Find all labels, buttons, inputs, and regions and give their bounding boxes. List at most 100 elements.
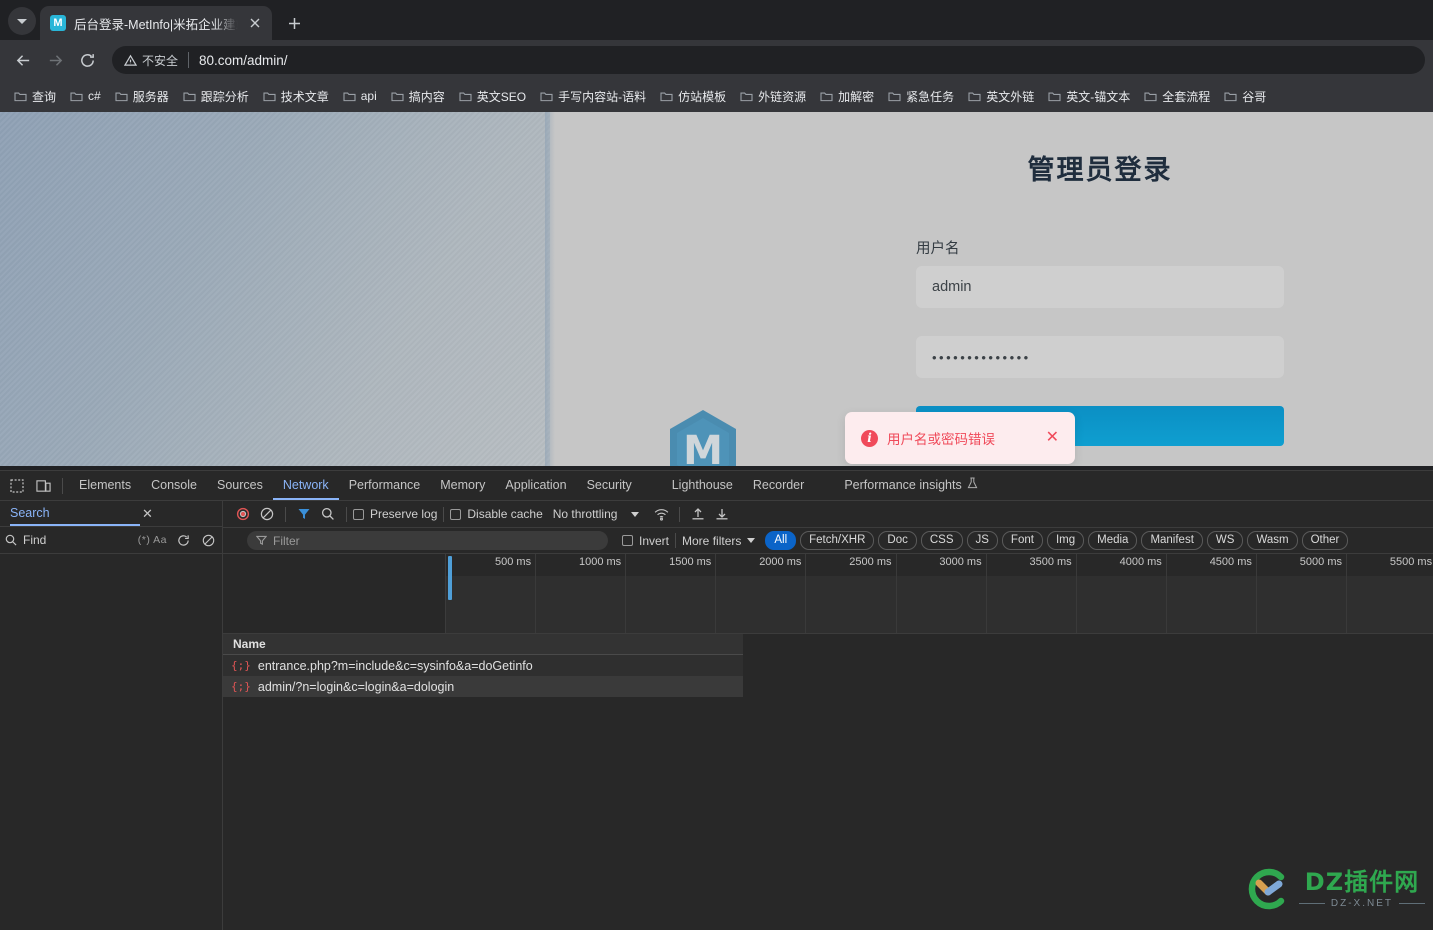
throttling-select[interactable]: No throttling xyxy=(553,507,640,521)
find-options[interactable]: (*) Aa xyxy=(138,534,167,546)
bookmark-item[interactable]: c# xyxy=(64,86,107,106)
devtools-tab-sources[interactable]: Sources xyxy=(207,471,273,500)
security-label: 不安全 xyxy=(142,53,179,68)
timeline-track[interactable]: 500 ms 1000 ms 1500 ms 2000 ms 2500 ms 3000 m… xyxy=(446,554,1433,633)
filter-chip-font[interactable]: Font xyxy=(1001,531,1043,550)
metinfo-logo-block: M 米拓企业建站系统 www.MetInfo.cn xyxy=(608,408,798,466)
filter-chip-js[interactable]: JS xyxy=(966,531,998,550)
filter-chip-wasm[interactable]: Wasm xyxy=(1247,531,1298,550)
search-icon[interactable] xyxy=(316,503,340,525)
new-tab-button[interactable] xyxy=(280,9,308,37)
filter-chip-doc[interactable]: Doc xyxy=(878,531,917,550)
filter-chip-ws[interactable]: WS xyxy=(1206,531,1244,550)
bookmark-label: 紧急任务 xyxy=(906,89,955,104)
filter-chip-other[interactable]: Other xyxy=(1301,531,1349,550)
username-input[interactable]: admin xyxy=(916,266,1284,308)
bookmark-label: 服务器 xyxy=(132,89,169,104)
invert-checkbox[interactable]: Invert xyxy=(622,534,669,548)
export-har-icon[interactable] xyxy=(710,503,734,525)
password-input[interactable]: •••••••••••••• xyxy=(916,336,1284,378)
folder-icon xyxy=(1048,91,1061,101)
flask-icon xyxy=(967,477,978,492)
security-indicator[interactable]: 不安全 xyxy=(124,52,178,69)
filter-chip-media[interactable]: Media xyxy=(1088,531,1138,550)
error-message: 用户名或密码错误 xyxy=(887,432,995,447)
bookmark-item[interactable]: 查询 xyxy=(8,85,62,108)
devtools-tab-application[interactable]: Application xyxy=(495,471,576,500)
filter-chip-css[interactable]: CSS xyxy=(920,531,963,550)
filter-icon[interactable] xyxy=(292,503,316,525)
bookmark-item[interactable]: 英文-锚文本 xyxy=(1042,85,1136,108)
devtools-tab-performance-insights[interactable]: Performance insights xyxy=(834,471,987,500)
bookmark-item[interactable]: 技术文章 xyxy=(257,85,335,108)
devtools-tab-memory[interactable]: Memory xyxy=(430,471,495,500)
filter-chip-all[interactable]: All xyxy=(765,531,797,550)
invert-label: Invert xyxy=(639,533,670,548)
table-row[interactable]: {;} entrance.php?m=include&c=sysinfo&a=do… xyxy=(223,655,743,676)
devtools-tab-elements[interactable]: Elements xyxy=(69,471,141,500)
folder-icon xyxy=(459,91,472,101)
forward-arrow-icon xyxy=(49,54,62,66)
tab-search-button[interactable] xyxy=(8,7,36,35)
address-bar[interactable]: 不安全 80.com/admin/ xyxy=(112,46,1425,74)
devtools-tabbar: Elements Console Sources Network Performance… xyxy=(0,471,1433,501)
filter-input[interactable]: Filter xyxy=(247,531,608,550)
request-column-header[interactable]: Name xyxy=(223,634,743,655)
back-button[interactable] xyxy=(8,45,38,75)
network-conditions-icon[interactable] xyxy=(649,503,673,525)
bookmark-item[interactable]: 仿站模板 xyxy=(654,85,732,108)
bookmark-item[interactable]: 服务器 xyxy=(109,85,175,108)
more-filters-dropdown[interactable]: More filters xyxy=(682,534,756,548)
refresh-icon[interactable] xyxy=(174,531,192,549)
bookmark-item[interactable]: 外链资源 xyxy=(734,85,812,108)
clear-icon[interactable] xyxy=(199,531,217,549)
bookmark-item[interactable]: 英文外链 xyxy=(962,85,1040,108)
devtools-tab-network[interactable]: Network xyxy=(273,471,339,500)
filter-chip-fetch-xhr[interactable]: Fetch/XHR xyxy=(800,531,875,550)
bookmark-item[interactable]: 加解密 xyxy=(814,85,880,108)
filter-chip-img[interactable]: Img xyxy=(1046,531,1085,550)
tab-strip: M 后台登录-MetInfo|米拓企业建站 xyxy=(0,0,1433,40)
bookmark-item[interactable]: 搞内容 xyxy=(385,85,451,108)
import-har-icon[interactable] xyxy=(686,503,710,525)
filter-icon xyxy=(256,535,267,546)
bookmark-item[interactable]: 英文SEO xyxy=(453,85,532,108)
bookmark-item[interactable]: 紧急任务 xyxy=(882,85,960,108)
bookmark-item[interactable]: api xyxy=(337,86,383,106)
toast-close-icon[interactable]: ✕ xyxy=(1046,430,1059,446)
find-input[interactable]: Find xyxy=(5,533,131,547)
close-icon[interactable]: ✕ xyxy=(140,506,155,522)
checkbox xyxy=(450,508,462,520)
disable-cache-checkbox[interactable]: Disable cache xyxy=(450,507,543,521)
devtools-tab-performance[interactable]: Performance xyxy=(339,471,431,500)
folder-icon xyxy=(1144,91,1157,101)
bookmark-item[interactable]: 谷哥 xyxy=(1218,85,1272,108)
folder-icon xyxy=(343,91,356,101)
devtools-tab-console[interactable]: Console xyxy=(141,471,207,500)
device-toolbar-icon[interactable] xyxy=(30,474,56,498)
watermark: DZ插件网 DZ-X.NET xyxy=(1243,866,1425,912)
forward-button[interactable] xyxy=(40,45,70,75)
bookmark-item[interactable]: 跟踪分析 xyxy=(177,85,255,108)
devtools-tab-recorder[interactable]: Recorder xyxy=(743,471,814,500)
preserve-log-checkbox[interactable]: Preserve log xyxy=(353,507,437,521)
filter-chip-manifest[interactable]: Manifest xyxy=(1141,531,1203,550)
folder-icon xyxy=(263,91,276,101)
devtools-tab-lighthouse[interactable]: Lighthouse xyxy=(662,471,743,500)
bookmark-item[interactable]: 全套流程 xyxy=(1138,85,1216,108)
search-icon xyxy=(5,534,17,546)
browser-tab[interactable]: M 后台登录-MetInfo|米拓企业建站 xyxy=(40,6,272,40)
request-name: entrance.php?m=include&c=sysinfo&a=doGet… xyxy=(257,658,533,673)
record-icon[interactable] xyxy=(231,503,255,525)
reload-button[interactable] xyxy=(72,45,102,75)
devtools-panel: Elements Console Sources Network Performance… xyxy=(0,470,1433,930)
close-icon[interactable] xyxy=(246,14,264,32)
table-row[interactable]: {;} admin/?n=login&c=login&a=dologin xyxy=(223,676,743,697)
bookmark-label: 加解密 xyxy=(838,89,875,104)
browser-toolbar: 不安全 80.com/admin/ xyxy=(0,40,1433,80)
network-toolbar: Preserve log Disable cache No throttling xyxy=(223,501,1433,528)
devtools-tab-security[interactable]: Security xyxy=(577,471,642,500)
bookmark-item[interactable]: 手写内容站-语料 xyxy=(534,85,652,108)
clear-icon[interactable] xyxy=(255,503,279,525)
inspect-element-icon[interactable] xyxy=(4,474,30,498)
